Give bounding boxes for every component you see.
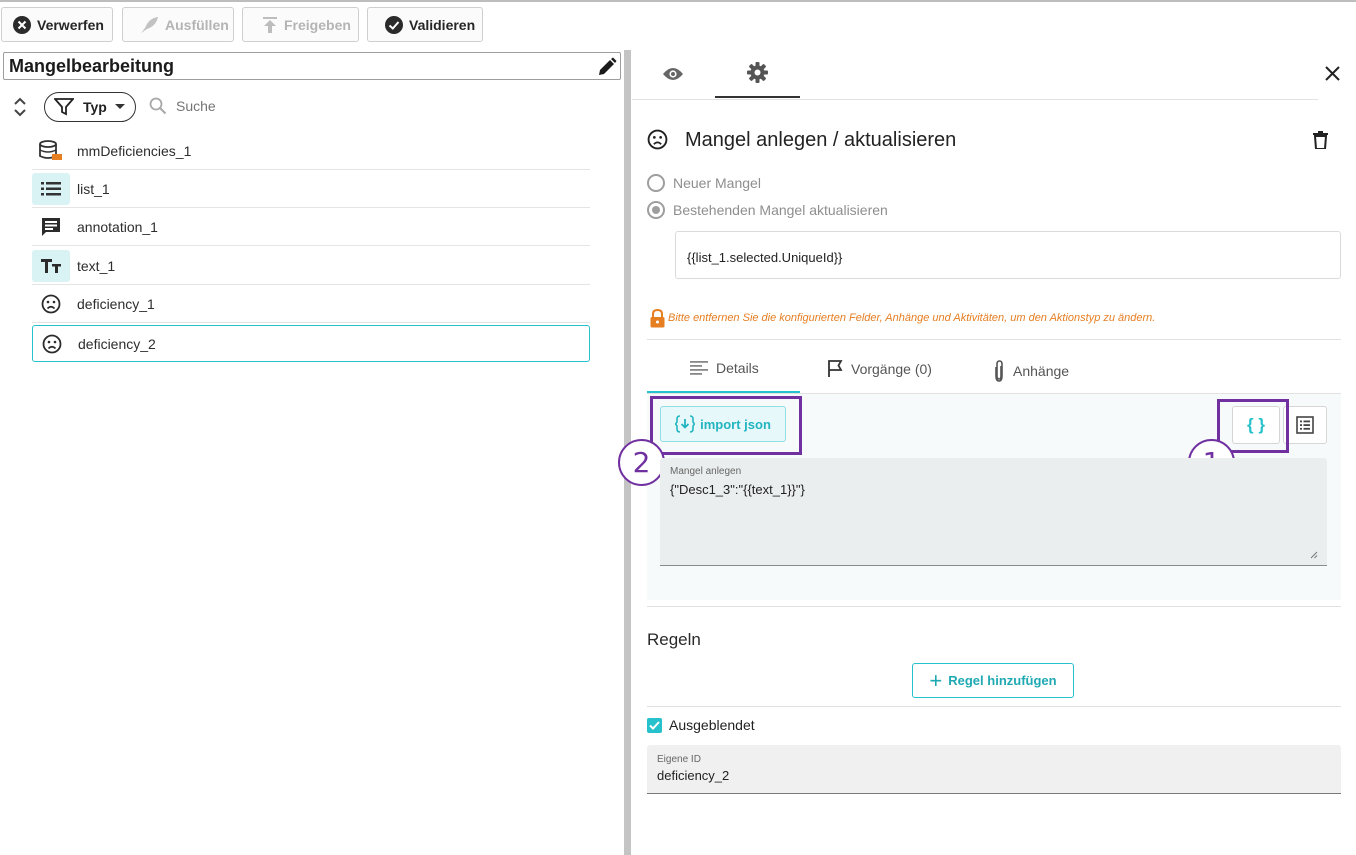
lock-icon (650, 309, 665, 328)
radio-update-label: Bestehenden Mangel aktualisieren (673, 202, 888, 218)
discard-button[interactable]: Verwerfen (1, 7, 113, 42)
json-field-label: Mangel anlegen (670, 466, 742, 477)
sad-face-icon (647, 129, 668, 150)
quill-icon (141, 16, 158, 33)
text-icon (32, 249, 70, 282)
window-top-border (0, 0, 1356, 2)
tree-item-label: deficiency_1 (77, 295, 155, 312)
rules-heading: Regeln (647, 630, 701, 649)
radio-new-deficiency[interactable] (647, 174, 665, 192)
tree-item-text[interactable]: text_1 (32, 247, 590, 285)
tree-item-label: text_1 (77, 257, 116, 274)
caret-down-icon (114, 104, 125, 109)
sad-face-icon (32, 288, 70, 320)
tree-item-deficiency-1[interactable]: deficiency_1 (32, 285, 590, 323)
validate-button[interactable]: Validieren (367, 7, 483, 42)
own-id-label: Eigene ID (657, 754, 701, 765)
eye-icon[interactable] (662, 66, 684, 82)
type-filter-label: Typ (83, 99, 107, 115)
unique-id-input[interactable]: {{list_1.selected.UniqueId}} (675, 231, 1341, 279)
add-rule-label: Regel hinzufügen (948, 673, 1057, 688)
divider (647, 606, 1341, 607)
section-title: Mangel anlegen / aktualisieren (685, 129, 957, 151)
tree-item-label: annotation_1 (77, 218, 158, 235)
highlight-box-2 (650, 396, 802, 455)
tree-item-annotation[interactable]: annotation_1 (32, 208, 590, 246)
flag-icon (828, 360, 843, 377)
action-type-warning: Bitte entfernen Sie die konfigurierten F… (668, 312, 1156, 324)
subtab-processes-label: Vorgänge (0) (851, 361, 932, 377)
check-circle-icon (385, 15, 403, 34)
share-button[interactable]: Freigeben (242, 7, 359, 42)
search-input[interactable] (176, 96, 376, 116)
add-rule-button[interactable]: + Regel hinzufügen (912, 663, 1074, 698)
comment-icon (32, 211, 70, 243)
plus-icon: + (929, 667, 943, 693)
divider (647, 706, 1341, 707)
pencil-icon[interactable] (597, 57, 617, 77)
tree-item-list[interactable]: list_1 (32, 170, 590, 208)
validate-label: Validieren (409, 16, 476, 33)
tree-item-deficiency-2[interactable]: deficiency_2 (32, 325, 590, 362)
form-title: Mangelbearbeitung (9, 56, 175, 76)
subtab-processes[interactable]: Vorgänge (0) (827, 360, 932, 378)
subtab-details-label: Details (716, 360, 759, 376)
database-icon (32, 135, 70, 167)
unique-id-value: {{list_1.selected.UniqueId}} (687, 250, 843, 265)
gear-icon[interactable] (747, 62, 768, 83)
subtab-attachments[interactable]: Anhänge (993, 360, 1069, 382)
upload-icon (263, 16, 277, 33)
share-label: Freigeben (284, 16, 351, 33)
list-box-icon (1296, 416, 1314, 434)
paperclip-icon (995, 360, 1003, 382)
fill-label: Ausfüllen (165, 16, 229, 33)
discard-label: Verwerfen (37, 16, 104, 33)
subtab-details[interactable]: Details (690, 360, 759, 376)
fill-button[interactable]: Ausfüllen (122, 7, 234, 42)
trash-icon[interactable] (1313, 131, 1328, 149)
expand-collapse-icon[interactable] (13, 96, 27, 118)
close-circle-icon (13, 15, 31, 34)
radio-new-label: Neuer Mangel (673, 175, 761, 191)
hidden-checkbox-label: Ausgeblendet (669, 717, 755, 733)
divider (647, 339, 1341, 340)
tree-item-mmdeficiencies[interactable]: mmDeficiencies_1 (32, 132, 590, 170)
search-icon (149, 97, 167, 115)
resize-handle-icon[interactable] (1310, 551, 1318, 559)
tabs-divider (632, 99, 1318, 100)
active-tab-indicator (715, 96, 800, 98)
list-icon (32, 172, 70, 205)
text-lines-icon (690, 361, 708, 375)
checkmark-icon (649, 721, 660, 730)
filter-icon (54, 98, 74, 116)
json-textarea[interactable]: Mangel anlegen {"Desc1_3":"{{text_1}}"} (660, 458, 1327, 566)
form-title-field[interactable]: Mangelbearbeitung (3, 52, 621, 80)
type-filter-button[interactable]: Typ (44, 92, 136, 122)
form-view-button[interactable] (1283, 406, 1327, 444)
annotation-marker-2: 2 (618, 439, 665, 486)
json-field-value: {"Desc1_3":"{{text_1}}"} (670, 482, 805, 497)
tree-item-label: mmDeficiencies_1 (77, 142, 192, 159)
hidden-checkbox[interactable] (647, 718, 662, 733)
subtab-attachments-label: Anhänge (1013, 363, 1070, 379)
close-icon[interactable] (1325, 66, 1340, 81)
sad-face-icon (33, 328, 71, 360)
tree-item-label: list_1 (77, 180, 110, 197)
tree-item-label: deficiency_2 (78, 335, 156, 352)
radio-update-deficiency[interactable] (647, 201, 665, 219)
own-id-value: deficiency_2 (657, 768, 730, 783)
own-id-field[interactable]: Eigene ID deficiency_2 (647, 745, 1341, 794)
